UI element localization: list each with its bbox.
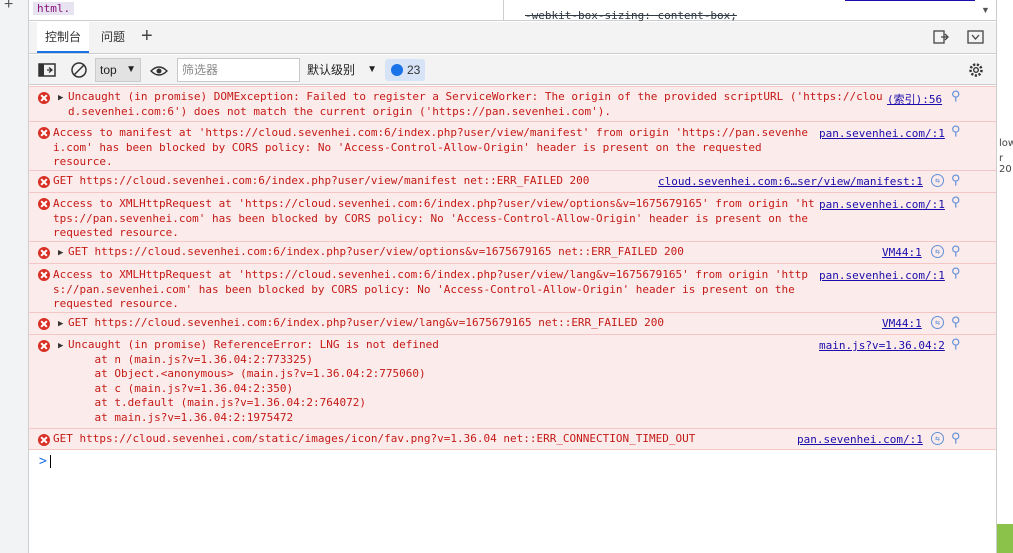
error-message: Uncaught (in promise) DOMException: Fail… xyxy=(68,90,883,118)
issues-icon xyxy=(391,64,403,76)
log-levels-label: 默认级别 xyxy=(307,63,356,77)
error-message: Access to XMLHttpRequest at 'https://clo… xyxy=(53,268,808,310)
expand-triangle-icon[interactable]: ▶ xyxy=(58,341,63,351)
stack-frame[interactable]: at main.js?v=1.36.04:2:1975472 xyxy=(68,411,293,424)
eye-icon[interactable] xyxy=(149,61,169,81)
console-error-row[interactable]: Access to XMLHttpRequest at 'https://clo… xyxy=(29,263,996,312)
search-icon[interactable]: ⚲ xyxy=(951,244,961,259)
page-right-strip: low r 20 xyxy=(996,0,1013,553)
message-source-link[interactable]: (索引):56 xyxy=(887,91,942,107)
message-source-link[interactable]: cloud.sevenhei.com:6…ser/view/manifest:1 xyxy=(658,175,923,188)
error-icon xyxy=(38,340,50,352)
stack-frame[interactable]: at Object.<anonymous> (main.js?v=1.36.04… xyxy=(68,367,425,380)
error-icon xyxy=(38,269,50,281)
console-error-row[interactable]: Access to XMLHttpRequest at 'https://clo… xyxy=(29,192,996,241)
error-message: GET https://cloud.sevenhei.com:6/index.p… xyxy=(68,316,665,329)
message-source-link[interactable]: pan.sevenhei.com/:1 xyxy=(819,269,945,282)
error-icon xyxy=(38,198,50,210)
message-source-link[interactable]: pan.sevenhei.com/:1 xyxy=(819,198,945,211)
error-message: Access to XMLHttpRequest at 'https://clo… xyxy=(53,197,815,239)
translate-icon[interactable]: ⇆ xyxy=(931,432,944,445)
issues-count: 23 xyxy=(407,63,421,77)
search-icon[interactable]: ⚲ xyxy=(951,173,961,188)
console-prompt-icon: > xyxy=(39,454,47,469)
css-property-text: -webkit-box-sizing: content-box; xyxy=(525,9,737,22)
console-messages: ▶ Uncaught (in promise) DOMException: Fa… xyxy=(29,86,996,553)
error-icon xyxy=(38,247,50,259)
error-icon xyxy=(38,92,50,104)
console-input-caret[interactable] xyxy=(50,455,51,468)
chevron-down-icon: ▼ xyxy=(126,64,136,75)
search-icon[interactable]: ⚲ xyxy=(951,195,961,210)
translate-icon[interactable]: ⇆ xyxy=(931,245,944,258)
error-message: GET https://cloud.sevenhei.com:6/index.p… xyxy=(68,245,684,258)
filter-input[interactable] xyxy=(177,58,300,82)
add-icon[interactable]: + xyxy=(4,0,13,14)
error-icon xyxy=(38,127,50,139)
message-source-link[interactable]: pan.sevenhei.com/:1 xyxy=(797,433,923,446)
console-toolbar: top ▼ 默认级别 ▼ 23 xyxy=(29,55,996,85)
clear-console-icon[interactable] xyxy=(69,60,89,80)
page-text-fragment: low xyxy=(999,138,1013,149)
message-source-link[interactable]: pan.sevenhei.com/:1 xyxy=(819,127,945,140)
scroll-down-icon[interactable]: ▼ xyxy=(981,5,990,15)
console-error-row[interactable]: ▶ Uncaught (in promise) DOMException: Fa… xyxy=(29,86,996,121)
console-error-row[interactable]: Access to manifest at 'https://cloud.sev… xyxy=(29,121,996,170)
style-link-underline xyxy=(845,0,975,1)
page-green-block xyxy=(997,524,1013,553)
pane-divider[interactable] xyxy=(503,0,504,21)
error-icon xyxy=(38,318,50,330)
gear-icon[interactable] xyxy=(966,60,986,80)
message-source-link[interactable]: VM44:1 xyxy=(882,246,922,259)
translate-icon[interactable]: ⇆ xyxy=(931,174,944,187)
close-drawer-icon[interactable] xyxy=(967,30,984,44)
expand-triangle-icon[interactable]: ▶ xyxy=(58,248,63,258)
page-left-strip: + xyxy=(0,0,29,553)
devtools-panel: html. -webkit-box-sizing: content-box; ▼… xyxy=(29,0,996,553)
message-source-link[interactable]: main.js?v=1.36.04:2 xyxy=(819,339,945,352)
message-source-link[interactable]: VM44:1 xyxy=(882,317,922,330)
search-icon[interactable]: ⚲ xyxy=(951,89,961,104)
expand-triangle-icon[interactable]: ▶ xyxy=(58,93,63,103)
stack-frame[interactable]: at c (main.js?v=1.36.04:2:350) xyxy=(68,382,293,395)
translate-icon[interactable]: ⇆ xyxy=(931,316,944,329)
stack-frame[interactable]: at n (main.js?v=1.36.04:2:773325) xyxy=(68,353,313,366)
error-icon xyxy=(38,176,50,188)
search-icon[interactable]: ⚲ xyxy=(951,124,961,139)
add-tab-icon[interactable]: + xyxy=(141,25,153,48)
drawer-tab-bar: 控制台 问题 + xyxy=(29,22,996,54)
stack-frame[interactable]: at t.default (main.js?v=1.36.04:2:764072… xyxy=(68,396,366,409)
error-message: Access to manifest at 'https://cloud.sev… xyxy=(53,126,808,168)
expand-triangle-icon[interactable]: ▶ xyxy=(58,319,63,329)
log-levels-dropdown[interactable]: 默认级别 ▼ xyxy=(307,58,379,82)
console-error-row[interactable]: ▶ Uncaught (in promise) ReferenceError: … xyxy=(29,334,996,428)
show-sidebar-icon[interactable] xyxy=(37,60,57,80)
issues-count-badge[interactable]: 23 xyxy=(385,59,425,81)
error-message: GET https://cloud.sevenhei.com:6/index.p… xyxy=(53,174,590,187)
tab-issues[interactable]: 问题 xyxy=(93,22,133,53)
console-error-row[interactable]: ▶ GET https://cloud.sevenhei.com:6/index… xyxy=(29,241,996,263)
search-icon[interactable]: ⚲ xyxy=(951,431,961,446)
search-icon[interactable]: ⚲ xyxy=(951,315,961,330)
error-message: Uncaught (in promise) ReferenceError: LN… xyxy=(68,338,439,424)
context-select[interactable]: top ▼ xyxy=(95,58,141,82)
search-icon[interactable]: ⚲ xyxy=(951,337,961,352)
context-select-value: top xyxy=(100,63,117,77)
dock-undock-icon[interactable] xyxy=(933,30,949,44)
page-text-fragment: r 20 xyxy=(999,153,1012,175)
error-message: GET https://cloud.sevenhei.com/static/im… xyxy=(53,432,696,445)
html-tag[interactable]: html. xyxy=(33,2,75,15)
search-icon[interactable]: ⚲ xyxy=(951,266,961,281)
error-icon xyxy=(38,434,50,446)
console-error-row[interactable]: GET https://cloud.sevenhei.com:6/index.p… xyxy=(29,170,996,192)
console-error-row[interactable]: GET https://cloud.sevenhei.com/static/im… xyxy=(29,428,996,450)
elements-preview-strip: html. -webkit-box-sizing: content-box; ▼ xyxy=(29,0,996,22)
chevron-down-icon: ▼ xyxy=(367,64,377,75)
console-error-row[interactable]: ▶ GET https://cloud.sevenhei.com:6/index… xyxy=(29,312,996,334)
tab-console[interactable]: 控制台 xyxy=(37,22,90,53)
